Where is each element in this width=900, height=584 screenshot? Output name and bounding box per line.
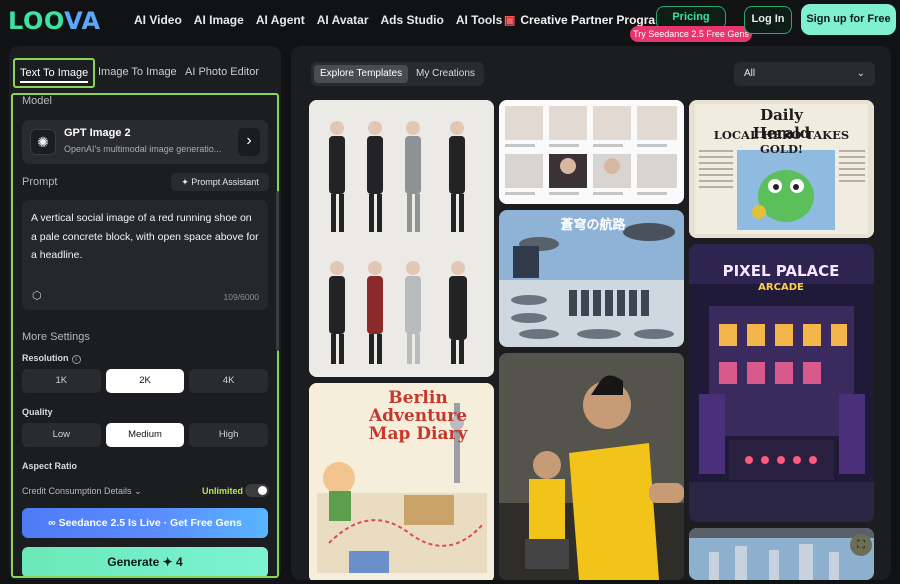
generation-form: Model ✺ GPT Image 2 OpenAI's multimodal … [11, 93, 279, 578]
char-counter: 109/6000 [223, 292, 259, 302]
seedance-button-label: Seedance 2.5 Is Live · Get Free Gens [58, 517, 242, 529]
toggle-knob [258, 486, 267, 495]
prompt-label: Prompt [22, 176, 58, 188]
tab-image-to-image[interactable]: Image To Image [98, 56, 177, 88]
newspaper-card[interactable]: Daily Herald LOCAL HERO TAKES GOLD! [689, 100, 874, 238]
logo-accent-text: VA [64, 7, 101, 35]
partner-label: Creative Partner Program [520, 13, 666, 27]
resolution-option-4k[interactable]: 4K [189, 369, 269, 393]
martial-artist-card[interactable] [499, 353, 684, 580]
login-button[interactable]: Log In [744, 6, 792, 34]
nav-item-ai-tools[interactable]: AI Tools [456, 13, 502, 27]
generator-panel: Text To Image Image To Image AI Photo Ed… [9, 46, 281, 580]
gallery-tabs: Explore Templates My Creations [311, 62, 484, 86]
chevron-down-icon: ⌄ [856, 68, 865, 79]
pixel-palace-title: PIXEL PALACE [722, 262, 840, 280]
chevron-right-icon[interactable]: › [238, 128, 260, 156]
filter-value: All [744, 68, 756, 79]
model-selector[interactable]: ✺ GPT Image 2 OpenAI's multimodal image … [22, 120, 268, 164]
resolution-option-1k[interactable]: 1K [22, 369, 101, 393]
quality-option-medium[interactable]: Medium [105, 423, 185, 447]
fantasy-castle-art [689, 528, 874, 580]
chevron-down-icon: ⌄ [134, 486, 142, 496]
template-gallery: Explore Templates My Creations All ⌄ Ber… [291, 46, 891, 580]
resolution-option-2k[interactable]: 2K [105, 369, 185, 393]
character-sheet-art [309, 100, 494, 377]
tab-text-to-image[interactable]: Text To Image [13, 58, 96, 88]
newspaper-headline: LOCAL HERO TAKES GOLD! [713, 128, 850, 156]
sparkle-icon: ✦ [181, 177, 192, 187]
seedance-promo-badge[interactable]: Try Seedance 2.5 Free Gens [630, 26, 752, 42]
tab-text-to-image-label: Text To Image [20, 67, 89, 79]
creative-partner-link[interactable]: ▣ Creative Partner Program [504, 13, 666, 27]
tab-ai-photo-editor[interactable]: AI Photo Editor [185, 56, 259, 88]
info-icon[interactable]: i [71, 355, 81, 364]
quality-option-low[interactable]: Low [22, 423, 101, 447]
prompt-assistant-label: Prompt Assistant [191, 177, 259, 187]
pixel-palace-subtitle: ARCADE [758, 282, 804, 293]
berlin-map-card[interactable]: Berlin Adventure Map Diary [309, 383, 494, 580]
nav-item-ai-video[interactable]: AI Video [134, 13, 182, 27]
unlimited-toggle[interactable] [245, 484, 269, 497]
mode-tabs: Text To Image Image To Image AI Photo Ed… [9, 56, 281, 90]
martial-artist-art [499, 353, 684, 580]
aspect-ratio-label: Aspect Ratio [22, 461, 78, 471]
generate-cost: 4 [176, 555, 183, 569]
active-tab-underline [20, 81, 89, 83]
logo-main-text: LOO [8, 7, 65, 35]
tab-my-creations[interactable]: My Creations [410, 65, 481, 83]
credit-details-toggle[interactable]: Credit Consumption Details ⌄ [22, 486, 142, 497]
product-grid-card[interactable] [499, 100, 684, 204]
prompt-input[interactable]: A vertical social image of a red running… [22, 200, 268, 310]
nav-item-ai-agent[interactable]: AI Agent [256, 13, 305, 27]
quality-option-high[interactable]: High [189, 423, 269, 447]
top-nav-bar: LOOVA AI Video AI Image AI Agent AI Avat… [0, 0, 900, 42]
more-settings-label: More Settings [22, 331, 90, 343]
resolution-label: Resolution [22, 353, 69, 363]
berlin-map-title: Berlin Adventure Map Diary [368, 388, 468, 444]
tab-explore-templates[interactable]: Explore Templates [314, 65, 409, 83]
openai-icon: ✺ [30, 129, 56, 155]
airship-title: 蒼穹の航路 [560, 218, 626, 233]
signup-button[interactable]: Sign up for Free [801, 4, 896, 35]
seedance-promo-button[interactable]: ∞ Seedance 2.5 Is Live · Get Free Gens [22, 508, 268, 538]
nav-item-ads-studio[interactable]: Ads Studio [381, 13, 444, 27]
credits-sparkle-icon: ✦ [162, 555, 173, 569]
infinity-icon: ∞ [48, 517, 59, 529]
nav-item-ai-avatar[interactable]: AI Avatar [317, 13, 369, 27]
model-name: GPT Image 2 [64, 127, 131, 139]
loova-logo[interactable]: LOOVA [8, 7, 101, 35]
panel-scrollbar[interactable] [276, 191, 279, 351]
product-grid-art [499, 100, 684, 204]
model-description: OpenAI's multimodal image generatio... [64, 144, 222, 154]
main-nav: AI Video AI Image AI Agent AI Avatar Ads… [134, 13, 514, 27]
model-section-label: Model [22, 95, 52, 107]
category-filter-select[interactable]: All ⌄ [734, 62, 875, 86]
nav-item-ai-image[interactable]: AI Image [194, 13, 244, 27]
credit-details-label: Credit Consumption Details [22, 486, 132, 496]
gift-icon: ▣ [504, 13, 516, 27]
generate-button[interactable]: Generate ✦ 4 [22, 547, 268, 576]
resolution-selector: 1K 2K 4K [22, 369, 269, 393]
expand-icon[interactable]: ⛶ [850, 534, 872, 556]
airship-card[interactable]: 蒼穹の航路 [499, 210, 684, 347]
generate-label: Generate [107, 555, 160, 569]
resolution-label-wrap: Resolution i [22, 353, 81, 364]
unlimited-label: Unlimited [202, 486, 244, 496]
cube-icon[interactable]: ⬡ [32, 289, 42, 302]
quality-label: Quality [22, 407, 53, 417]
pixel-palace-card[interactable]: PIXEL PALACE ARCADE [689, 244, 874, 522]
prompt-assistant-button[interactable]: ✦ Prompt Assistant [171, 173, 269, 191]
quality-selector: Low Medium High [22, 423, 269, 447]
fantasy-castle-card[interactable] [689, 528, 874, 580]
prompt-text: A vertical social image of a red running… [31, 212, 259, 261]
character-sheet-card[interactable] [309, 100, 494, 377]
